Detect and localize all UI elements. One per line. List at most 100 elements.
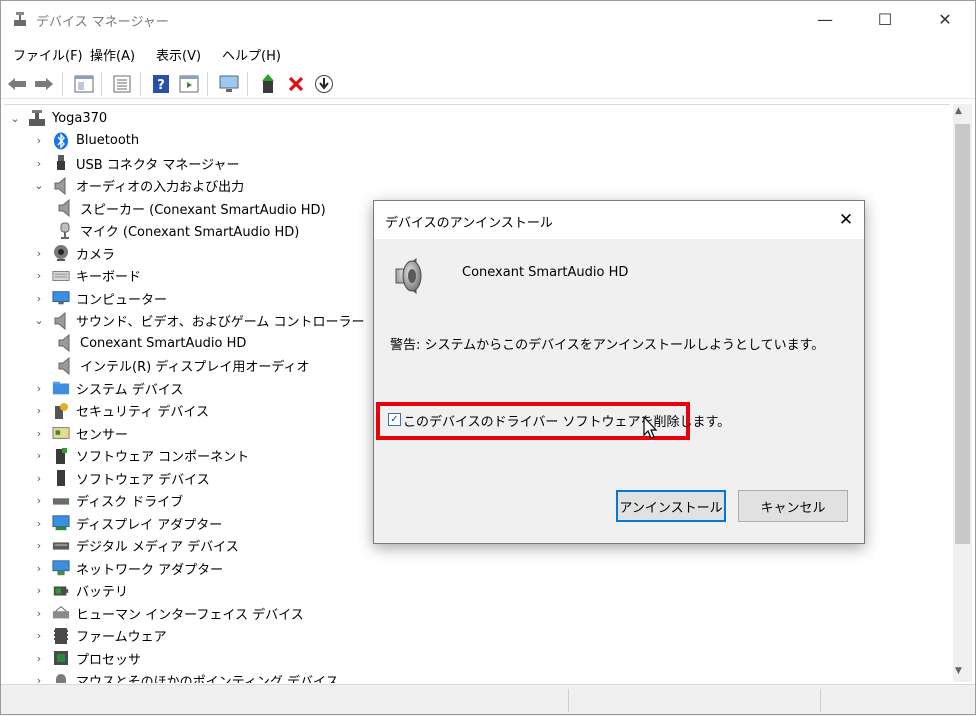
tree-item[interactable]: › ファームウェア bbox=[32, 625, 167, 647]
cancel-button[interactable]: キャンセル bbox=[738, 490, 848, 522]
tree-item[interactable]: インテル(R) ディスプレイ用オーディオ bbox=[56, 355, 310, 377]
speaker-icon bbox=[56, 356, 74, 375]
expand-chevron-icon[interactable]: › bbox=[32, 427, 46, 440]
tree-item[interactable]: › ディスプレイ アダプター bbox=[32, 512, 222, 534]
cursor-icon bbox=[643, 416, 658, 439]
tree-item[interactable]: › カメラ bbox=[32, 242, 115, 264]
expand-chevron-icon[interactable]: › bbox=[32, 382, 46, 395]
collapse-chevron-icon[interactable]: ⌄ bbox=[8, 112, 22, 125]
expand-chevron-icon[interactable]: › bbox=[32, 674, 46, 683]
expand-chevron-icon[interactable]: › bbox=[32, 404, 46, 417]
expand-chevron-icon[interactable]: › bbox=[32, 247, 46, 260]
tree-item-label: インテル(R) ディスプレイ用オーディオ bbox=[80, 360, 310, 375]
monitor-icon[interactable] bbox=[218, 73, 240, 95]
scroll-down-icon[interactable]: ▼ bbox=[955, 666, 962, 676]
update-driver-icon[interactable] bbox=[257, 73, 279, 95]
tree-item[interactable]: › ネットワーク アダプター bbox=[32, 557, 223, 579]
software-device-icon bbox=[52, 469, 70, 487]
expand-chevron-icon[interactable]: › bbox=[32, 629, 46, 642]
delete-driver-label[interactable]: このデバイスのドライバー ソフトウェアを削除します。 bbox=[403, 411, 730, 430]
tree-item-label: ディスプレイ アダプター bbox=[76, 517, 223, 533]
tree-item[interactable]: スピーカー (Conexant SmartAudio HD) bbox=[56, 197, 326, 219]
dialog-title-bar: デバイスのアンインストール ✕ bbox=[374, 201, 864, 239]
expand-chevron-icon[interactable]: › bbox=[32, 517, 46, 530]
scroll-up-icon[interactable]: ▲ bbox=[955, 106, 962, 116]
tree-root[interactable]: ⌄ Yoga370 bbox=[8, 107, 107, 129]
tree-item[interactable]: › マウスとそのほかのポインティング デバイス bbox=[32, 670, 339, 683]
expand-chevron-icon[interactable]: › bbox=[32, 472, 46, 485]
expand-chevron-icon[interactable]: › bbox=[32, 607, 46, 620]
expand-chevron-icon[interactable]: › bbox=[32, 292, 46, 305]
menu-file[interactable]: ファイル(F) bbox=[13, 45, 83, 64]
tree-item[interactable]: › システム デバイス bbox=[32, 377, 184, 399]
tree-item[interactable]: ⌄ サウンド、ビデオ、およびゲーム コントローラー bbox=[32, 310, 364, 332]
speaker-icon bbox=[395, 257, 422, 295]
svg-text:?: ? bbox=[157, 78, 165, 93]
uninstall-button[interactable]: アンインストール bbox=[616, 490, 726, 522]
collapse-chevron-icon[interactable]: ⌄ bbox=[32, 179, 46, 192]
tree-item-label: ヒューマン インターフェイス デバイス bbox=[76, 607, 304, 623]
tree-item[interactable]: › プロセッサ bbox=[32, 647, 141, 669]
scrollbar-thumb[interactable] bbox=[955, 124, 970, 544]
toolbar-separator bbox=[101, 72, 102, 96]
toolbar-separator bbox=[247, 72, 248, 96]
collapse-chevron-icon[interactable]: ⌄ bbox=[32, 314, 46, 327]
tree-item[interactable]: › センサー bbox=[32, 422, 128, 444]
tree-item[interactable]: › コンピューター bbox=[32, 287, 167, 309]
delete-driver-checkbox[interactable]: ✓ bbox=[388, 413, 401, 426]
expand-chevron-icon[interactable]: › bbox=[32, 157, 46, 170]
menu-action[interactable]: 操作(A) bbox=[90, 45, 135, 64]
tree-item[interactable]: › ヒューマン インターフェイス デバイス bbox=[32, 602, 304, 624]
tree-item[interactable]: › ソフトウェア コンポーネント bbox=[32, 445, 249, 467]
tree-item-label: オーディオの入力および出力 bbox=[76, 180, 245, 195]
tree-item[interactable]: ⌄ オーディオの入力および出力 bbox=[32, 175, 244, 197]
forward-icon[interactable] bbox=[33, 73, 55, 95]
status-bar bbox=[0, 684, 976, 716]
expand-chevron-icon[interactable]: › bbox=[32, 584, 46, 597]
tree-item-label: USB コネクタ マネージャー bbox=[76, 157, 240, 173]
list-icon[interactable] bbox=[111, 73, 133, 95]
close-button[interactable]: ✕ bbox=[922, 0, 968, 38]
menu-bar: ファイル(F) 操作(A) 表示(V) ヘルプ(H) bbox=[0, 40, 976, 66]
software-component-icon bbox=[52, 447, 70, 465]
tree-item-label: ファームウェア bbox=[76, 630, 167, 645]
expand-chevron-icon[interactable]: › bbox=[32, 494, 46, 507]
tree-item-label: システム デバイス bbox=[76, 382, 184, 398]
tree-item-label: サウンド、ビデオ、およびゲーム コントローラー bbox=[76, 315, 365, 330]
expand-chevron-icon[interactable]: › bbox=[32, 539, 46, 552]
tree-item[interactable]: › バッテリ bbox=[32, 580, 128, 602]
expand-chevron-icon[interactable]: › bbox=[32, 269, 46, 282]
expand-chevron-icon[interactable]: › bbox=[32, 134, 46, 147]
tree-root-label: Yoga370 bbox=[52, 110, 108, 126]
toolbar-separator bbox=[62, 72, 63, 96]
expand-chevron-icon[interactable]: › bbox=[32, 562, 46, 575]
tree-item-label: マウスとそのほかのポインティング デバイス bbox=[76, 675, 339, 683]
expand-chevron-icon[interactable]: › bbox=[32, 449, 46, 462]
properties-pane-icon[interactable] bbox=[73, 73, 95, 95]
speaker-icon bbox=[56, 199, 74, 217]
tree-item[interactable]: › ディスク ドライブ bbox=[32, 490, 183, 512]
expand-chevron-icon[interactable]: › bbox=[32, 652, 46, 665]
tree-item[interactable]: › セキュリティ デバイス bbox=[32, 400, 209, 422]
tree-item[interactable]: › キーボード bbox=[32, 265, 141, 287]
tree-item[interactable]: › ソフトウェア デバイス bbox=[32, 467, 210, 489]
tree-item-label: マイク (Conexant SmartAudio HD) bbox=[80, 225, 300, 240]
menu-view[interactable]: 表示(V) bbox=[156, 45, 201, 64]
back-icon[interactable] bbox=[6, 73, 28, 95]
minimize-button[interactable]: — bbox=[802, 0, 848, 38]
sensor-icon bbox=[52, 424, 70, 442]
tree-item[interactable]: Conexant SmartAudio HD bbox=[56, 332, 246, 354]
uninstall-icon[interactable] bbox=[285, 73, 307, 95]
disk-drive-icon bbox=[52, 492, 70, 510]
maximize-button[interactable]: ☐ bbox=[862, 0, 908, 38]
tree-item[interactable]: › デジタル メディア デバイス bbox=[32, 535, 239, 557]
tree-item[interactable]: › USB コネクタ マネージャー bbox=[32, 152, 240, 174]
view-icon[interactable] bbox=[178, 73, 200, 95]
tree-item[interactable]: マイク (Conexant SmartAudio HD) bbox=[56, 220, 299, 242]
help-icon[interactable]: ? bbox=[150, 73, 172, 95]
tree-item[interactable]: › Bluetooth bbox=[32, 130, 139, 152]
dialog-close-button[interactable]: ✕ bbox=[828, 201, 864, 239]
menu-help[interactable]: ヘルプ(H) bbox=[222, 45, 281, 64]
download-icon[interactable] bbox=[313, 73, 335, 95]
security-key-icon bbox=[52, 402, 70, 420]
